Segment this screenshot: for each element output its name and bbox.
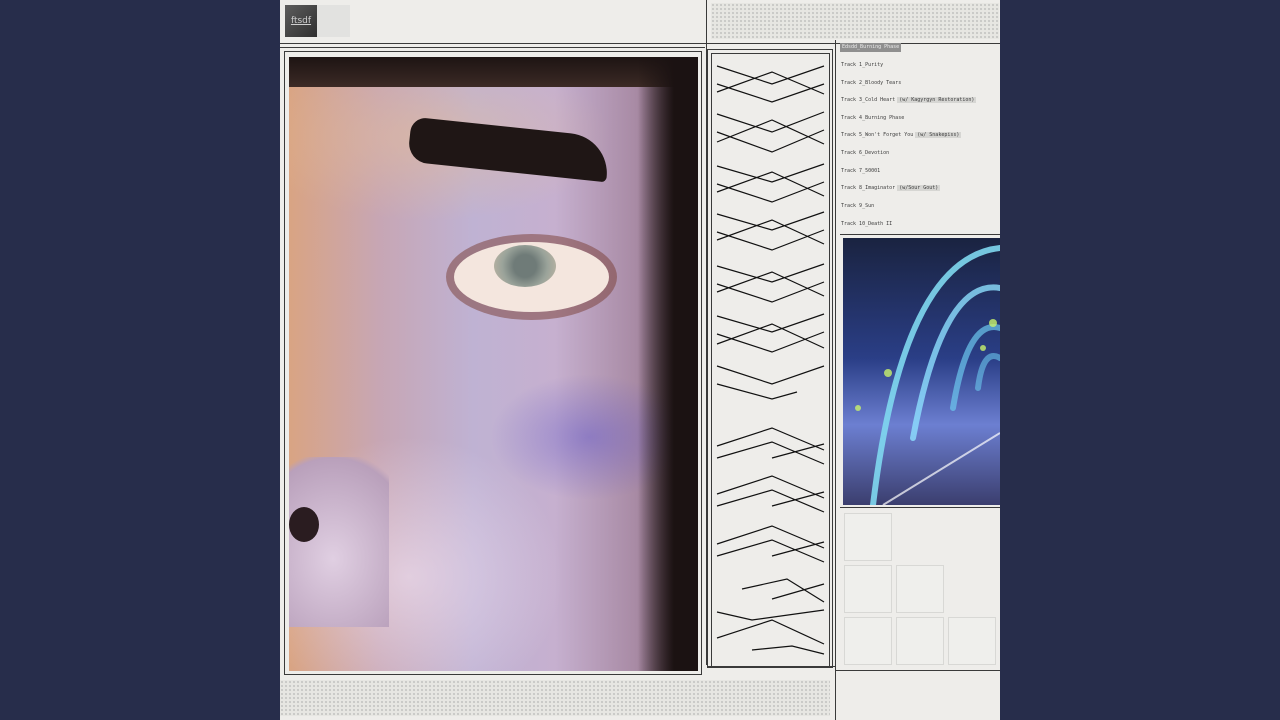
track-item: Track 8_Imaginator (w/Sour Gout) xyxy=(841,185,941,191)
frame-left-photo-bottom xyxy=(284,674,701,675)
feature-badge: (w/ Snakepiss) xyxy=(915,132,962,138)
album-title: Edsdd_Burning Phase xyxy=(840,43,902,52)
track-item: Track 1_Purity xyxy=(841,62,884,68)
divider-right-photo-top xyxy=(840,234,1000,235)
track-item: Track 4_Burning Phase xyxy=(841,115,905,121)
logo: ftsdf xyxy=(285,5,317,37)
track-item: Track 5_Won't Forget You (w/ Snakepiss) xyxy=(841,132,962,138)
dot-pattern-top xyxy=(711,3,999,39)
track-item: Track 9_Sun xyxy=(841,203,875,209)
divider-right-photo-bottom xyxy=(840,507,1000,508)
divider-bottom-right xyxy=(836,670,1000,671)
grid-cell xyxy=(896,617,944,665)
frame-left-photo-side-r xyxy=(701,51,702,675)
grid-cell xyxy=(844,617,892,665)
divider-top-2 xyxy=(280,47,705,48)
main-photo xyxy=(289,57,698,671)
frame-left-photo xyxy=(284,51,701,52)
divider-vertical-mid xyxy=(835,40,836,720)
pattern-column xyxy=(711,53,830,667)
grid-cell xyxy=(844,513,892,561)
logo-shadow-block xyxy=(317,5,350,37)
grid-cell xyxy=(844,565,892,613)
track-item: Track 7_50001 xyxy=(841,168,881,174)
grid-cell xyxy=(948,617,996,665)
album-cover: ftsdf Edsdd_Burning Phase Track 1_Purity… xyxy=(280,0,1000,720)
side-photo xyxy=(843,238,1000,505)
feature-badge: (w/Sour Gout) xyxy=(897,185,941,191)
track-item: Track 6_Devotion xyxy=(841,150,890,156)
frame-left-photo-side xyxy=(284,51,285,675)
track-item: Track 3_Cold Heart (w/ Kagyrgyn Restorati… xyxy=(841,97,977,103)
feature-badge: (w/ Kagyrgyn Restoration) xyxy=(897,97,977,103)
grid-cell xyxy=(896,565,944,613)
dot-pattern-bottom xyxy=(280,680,830,716)
track-item: Track 2_Bloody Tears xyxy=(841,80,902,86)
track-item: Track 10_Death II xyxy=(841,221,893,227)
